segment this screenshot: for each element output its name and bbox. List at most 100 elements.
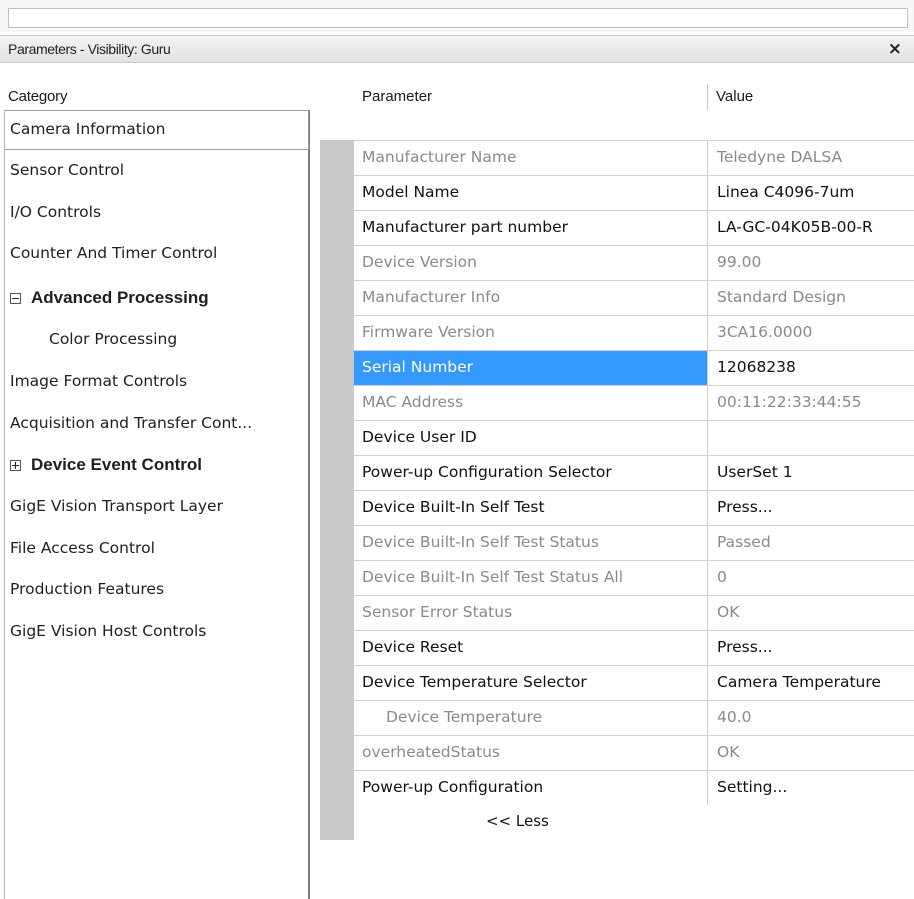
category-item[interactable]: Advanced Processing (5, 280, 309, 320)
category-item[interactable]: Production Features (5, 571, 309, 611)
panel-titlebar[interactable]: Parameters - Visibility: Guru × (0, 35, 914, 63)
category-item-label: I/O Controls (10, 203, 102, 221)
category-item[interactable]: Camera Information (5, 110, 309, 150)
category-item[interactable]: File Access Control (5, 530, 309, 570)
parameter-value[interactable]: Linea C4096-7um (707, 176, 914, 210)
category-column-header[interactable]: Category (8, 88, 67, 105)
parameter-value[interactable]: 12068238 (707, 351, 914, 385)
category-tree: Camera Information Sensor Control I/O Cont… (4, 110, 310, 899)
parameter-row[interactable]: Device Temperature 40.0 (354, 700, 914, 735)
parameter-grid: Manufacturer Name Teledyne DALSA Model Nam… (354, 140, 914, 805)
category-item[interactable]: Image Format Controls (5, 363, 309, 403)
parameter-value[interactable]: UserSet 1 (707, 456, 914, 490)
parameter-value: 40.0 (707, 701, 914, 735)
parameter-name[interactable]: Power-up Configuration Selector (354, 456, 707, 490)
parameter-row[interactable]: Device Built-In Self Test Status Passed (354, 525, 914, 560)
parameter-name[interactable]: Manufacturer Name (354, 141, 707, 175)
value-column-header[interactable]: Value (716, 88, 753, 105)
parameter-row[interactable]: Device Reset Press... (354, 630, 914, 665)
parameter-name[interactable]: Device User ID (354, 421, 707, 455)
parameter-row[interactable]: Firmware Version 3CA16.0000 (354, 315, 914, 350)
column-header-row: Category Parameter Value (0, 84, 914, 110)
parameter-row[interactable]: Device Built-In Self Test Status All 0 (354, 560, 914, 595)
category-item-label: Image Format Controls (10, 372, 188, 390)
panel-title: Parameters - Visibility: Guru (8, 41, 171, 57)
category-item-label: GigE Vision Host Controls (10, 622, 207, 640)
column-separator[interactable] (707, 84, 708, 110)
parameter-name[interactable]: Sensor Error Status (354, 596, 707, 630)
parameter-row[interactable]: overheatedStatus OK (354, 735, 914, 770)
parameter-name[interactable]: Device Built-In Self Test Status All (354, 561, 707, 595)
parameter-name[interactable]: Device Temperature Selector (354, 666, 707, 700)
parameter-value: 0 (707, 561, 914, 595)
parameter-value[interactable]: Camera Temperature (707, 666, 914, 700)
parameter-name[interactable]: MAC Address (354, 386, 707, 420)
parameter-row[interactable]: Power-up Configuration Selector UserSet 1 (354, 455, 914, 490)
category-item[interactable]: GigE Vision Transport Layer (5, 488, 309, 528)
category-item-label: GigE Vision Transport Layer (10, 497, 223, 515)
parameter-row[interactable]: Device Version 99.00 (354, 245, 914, 280)
top-toolbar-strip (0, 0, 914, 32)
close-icon[interactable]: × (888, 39, 902, 59)
parameter-name[interactable]: Device Built-In Self Test Status (354, 526, 707, 560)
grid-row-header-gutter (320, 140, 354, 840)
category-item[interactable]: Acquisition and Transfer Cont... (5, 405, 309, 445)
parameter-column-header[interactable]: Parameter (362, 88, 432, 105)
parameter-name[interactable]: Serial Number (354, 351, 707, 385)
top-toolbar-field (8, 8, 908, 28)
category-item[interactable]: Counter And Timer Control (5, 235, 309, 275)
expand-icon[interactable] (10, 460, 21, 471)
category-item-label: Counter And Timer Control (10, 244, 218, 262)
parameter-row[interactable]: Manufacturer Name Teledyne DALSA (354, 140, 914, 175)
less-button[interactable]: << Less (486, 812, 549, 830)
parameter-name[interactable]: Model Name (354, 176, 707, 210)
parameter-name[interactable]: Firmware Version (354, 316, 707, 350)
parameter-value: Standard Design (707, 281, 914, 315)
parameter-name[interactable]: Device Built-In Self Test (354, 491, 707, 525)
parameter-row[interactable]: Serial Number 12068238 (354, 350, 914, 385)
parameter-value: 99.00 (707, 246, 914, 280)
parameter-value: 3CA16.0000 (707, 316, 914, 350)
category-item-label: Device Event Control (31, 455, 202, 474)
category-item[interactable]: Device Event Control (5, 447, 309, 487)
category-item-label: Production Features (10, 580, 165, 598)
category-item[interactable]: I/O Controls (5, 194, 309, 234)
category-item[interactable]: Sensor Control (5, 152, 309, 192)
parameter-value: OK (707, 736, 914, 770)
collapse-icon[interactable] (10, 293, 21, 304)
parameter-name[interactable]: Manufacturer Info (354, 281, 707, 315)
category-item-label: File Access Control (10, 539, 155, 557)
parameter-row[interactable]: MAC Address 00:11:22:33:44:55 (354, 385, 914, 420)
parameter-name[interactable]: Device Version (354, 246, 707, 280)
category-item[interactable]: GigE Vision Host Controls (5, 613, 309, 653)
category-item-label: Sensor Control (10, 161, 125, 179)
parameter-row[interactable]: Power-up Configuration Setting... (354, 770, 914, 805)
parameter-value[interactable]: Press... (707, 491, 914, 525)
parameter-row[interactable]: Manufacturer part number LA-GC-04K05B-00-… (354, 210, 914, 245)
parameter-value[interactable]: Press... (707, 631, 914, 665)
parameter-value: Passed (707, 526, 914, 560)
category-item-label: Camera Information (10, 120, 166, 138)
parameter-value[interactable] (707, 421, 914, 455)
parameter-value: OK (707, 596, 914, 630)
parameter-value: Teledyne DALSA (707, 141, 914, 175)
parameter-row[interactable]: Device User ID (354, 420, 914, 455)
category-item-label: Color Processing (49, 330, 178, 348)
parameter-name[interactable]: Power-up Configuration (354, 771, 707, 805)
parameter-name[interactable]: Device Temperature (354, 701, 707, 735)
parameter-name[interactable]: overheatedStatus (354, 736, 707, 770)
category-item-label: Acquisition and Transfer Cont... (10, 414, 253, 432)
parameter-name[interactable]: Manufacturer part number (354, 211, 707, 245)
category-item-label: Advanced Processing (31, 288, 209, 307)
parameter-value[interactable]: Setting... (707, 771, 914, 805)
parameter-row[interactable]: Device Temperature Selector Camera Temper… (354, 665, 914, 700)
parameter-row[interactable]: Device Built-In Self Test Press... (354, 490, 914, 525)
parameter-value[interactable]: LA-GC-04K05B-00-R (707, 211, 914, 245)
parameter-row[interactable]: Manufacturer Info Standard Design (354, 280, 914, 315)
parameter-value: 00:11:22:33:44:55 (707, 386, 914, 420)
parameters-window: Parameters - Visibility: Guru × Category… (0, 0, 914, 899)
parameter-row[interactable]: Model Name Linea C4096-7um (354, 175, 914, 210)
category-item[interactable]: Color Processing (5, 321, 309, 361)
parameter-row[interactable]: Sensor Error Status OK (354, 595, 914, 630)
parameter-name[interactable]: Device Reset (354, 631, 707, 665)
